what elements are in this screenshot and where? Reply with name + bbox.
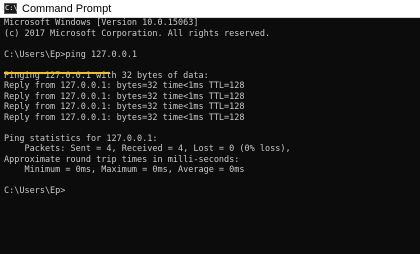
cmd-icon: C:\	[4, 3, 18, 14]
console-line: Minimum = 0ms, Maximum = 0ms, Average = …	[4, 165, 245, 175]
command-prompt-window: C:\ Command Prompt Microsoft Windows [Ve…	[0, 0, 420, 254]
console-line: (c) 2017 Microsoft Corporation. All righ…	[4, 28, 271, 39]
console-line: Reply from 127.0.0.1: bytes=32 time<1ms …	[4, 112, 245, 123]
console-line: Microsoft Windows [Version 10.0.15063]	[4, 18, 199, 28]
console-line: Ping statistics for 127.0.0.1:	[4, 133, 158, 144]
console-line: Reply from 127.0.0.1: bytes=32 time<1ms …	[4, 81, 245, 91]
console-output[interactable]: Microsoft Windows [Version 10.0.15063] (…	[0, 18, 420, 254]
command-highlight-underline	[4, 72, 110, 74]
command-line: C:\Users\Ep>ping 127.0.0.1	[4, 49, 138, 60]
console-line: Approximate round trip times in milli-se…	[4, 154, 240, 165]
prompt-line: C:\Users\Ep>	[4, 186, 66, 196]
title-bar[interactable]: C:\ Command Prompt	[0, 0, 420, 18]
console-line: Reply from 127.0.0.1: bytes=32 time<1ms …	[4, 102, 245, 112]
console-line: Reply from 127.0.0.1: bytes=32 time<1ms …	[4, 91, 245, 102]
console-line: Packets: Sent = 4, Received = 4, Lost = …	[4, 144, 291, 154]
window-title: Command Prompt	[22, 3, 112, 15]
